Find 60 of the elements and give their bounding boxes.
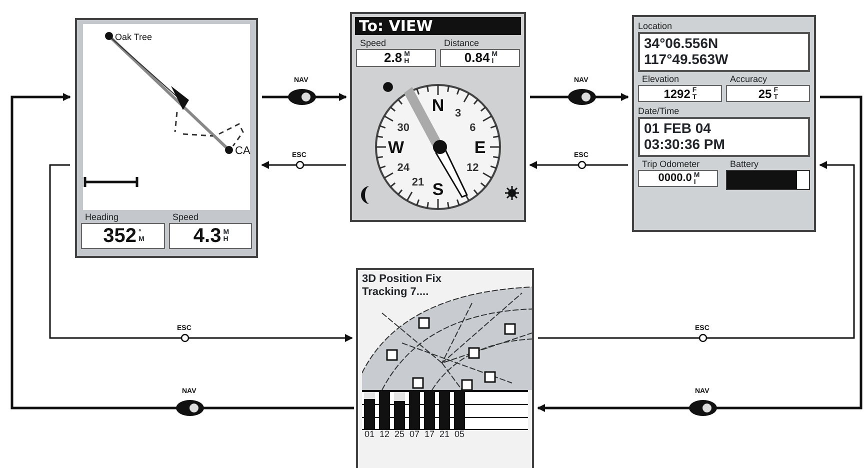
esc-button-icon [180, 334, 190, 342]
field-label: Location [638, 21, 674, 32]
satellite-number: 01 [364, 430, 375, 439]
waypoint-icon [105, 32, 113, 40]
field-value: 0.84 [464, 49, 490, 68]
esc-button-icon [296, 160, 304, 170]
field-value: 25 [758, 86, 772, 102]
dial-label: 6 [470, 122, 476, 134]
field-label: Distance [443, 38, 480, 49]
field-label: Speed [359, 38, 388, 49]
waypoint-icon [225, 146, 233, 154]
esc-button-icon [698, 334, 708, 342]
datetime-text: 01 FEB 04 [644, 120, 712, 136]
field-label: Speed [172, 212, 200, 223]
dial-label: 12 [466, 162, 479, 174]
bearing-marker-icon [383, 82, 393, 92]
field-label: Elevation [641, 74, 680, 85]
field-label: Accuracy [729, 74, 768, 85]
field-value: 352 [103, 224, 136, 249]
track-line [174, 111, 244, 147]
position-pointer-icon [171, 86, 189, 110]
satellite-number: 07 [409, 430, 420, 439]
sun-icon [504, 185, 520, 201]
field-label: Trip Odometer [641, 159, 701, 170]
nav-button-icon [288, 89, 316, 105]
field-value: 0000.0 [658, 171, 692, 186]
field-label: Battery [729, 159, 760, 170]
field-value: 2.8 [384, 49, 402, 68]
battery-icon [726, 170, 810, 190]
waypoint-label: Oak Tree [115, 32, 152, 42]
nav-button-icon [176, 400, 204, 416]
dial-label: 30 [397, 122, 410, 134]
satellite-number: 17 [424, 430, 435, 439]
satellite-number: 05 [454, 430, 465, 439]
dial-label: N [432, 96, 444, 115]
satellite-number: 25 [394, 430, 405, 439]
esc-button-icon [578, 160, 586, 170]
satellite-number: 21 [439, 430, 450, 439]
waypoint-label: CA [235, 145, 250, 157]
field-label: Heading [84, 212, 120, 223]
datetime-text: 03:30:36 PM [644, 136, 726, 152]
tracking-status: Tracking 7.... [362, 286, 430, 299]
dial-label: 3 [454, 107, 462, 120]
nav-button-icon [568, 89, 596, 105]
coordinate-text: 117°49.563W [644, 51, 730, 67]
satellite-number: 12 [379, 430, 390, 439]
coordinate-text: 34°06.556N [644, 35, 720, 51]
screen-title: To: VIEW [355, 17, 521, 35]
dial-label: W [388, 138, 404, 157]
nav-button-icon [689, 400, 717, 416]
moon-icon [361, 186, 370, 204]
field-value: 4.3 [193, 224, 222, 249]
fix-status: 3D Position Fix [362, 273, 442, 286]
field-label: Date/Time [638, 106, 680, 117]
dial-label: S [432, 180, 444, 199]
dial-label: E [474, 138, 486, 157]
scale-bar-icon [84, 176, 138, 188]
dial-label: 21 [412, 176, 424, 189]
field-value: 1292 [664, 86, 690, 102]
dial-label: 24 [397, 162, 410, 174]
